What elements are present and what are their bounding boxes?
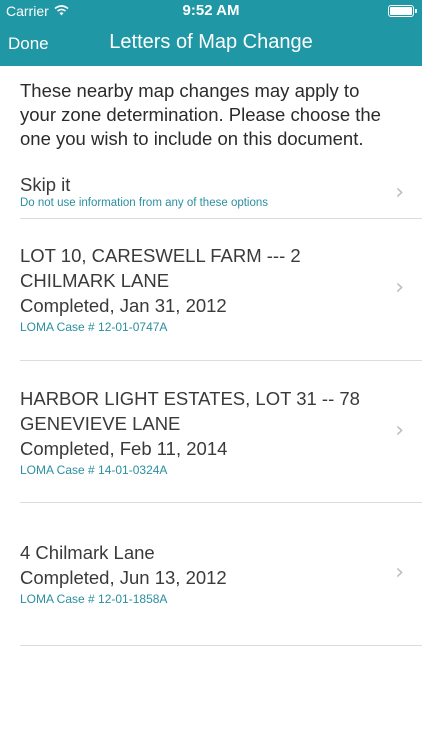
chevron-right-icon: › (395, 275, 404, 300)
chevron-right-icon: › (395, 418, 404, 443)
item-title: LOT 10, CARESWELL FARM --- 2 CHILMARK LA… (20, 245, 301, 291)
navigation-bar: Done Letters of Map Change (0, 22, 422, 66)
status-time: 9:52 AM (182, 2, 240, 19)
item-case-number: LOMA Case # 12-01-0747A (20, 320, 168, 334)
page-title: Letters of Map Change (109, 31, 313, 53)
item-case-number: LOMA Case # 12-01-1858A (20, 592, 168, 606)
battery-fill (390, 7, 412, 15)
list-item[interactable]: HARBOR LIGHT ESTATES, LOT 31 -- 78 GENEV… (20, 386, 422, 503)
skip-subtitle: Do not use information from any of these… (20, 197, 269, 209)
divider (20, 218, 422, 219)
item-status: Completed, Jan 31, 2012 (20, 295, 227, 316)
item-status: Completed, Feb 11, 2014 (20, 438, 228, 459)
skip-option[interactable]: Skip it Do not use information from any … (20, 172, 422, 219)
chevron-right-icon: › (395, 560, 404, 585)
intro-text: These nearby map changes may apply to yo… (20, 80, 381, 149)
item-case-number: LOMA Case # 14-01-0324A (20, 463, 168, 477)
item-title: HARBOR LIGHT ESTATES, LOT 31 -- 78 GENEV… (20, 388, 360, 434)
header-bar: Carrier 9:52 AM Done Letters of Map Chan… (0, 0, 422, 66)
status-bar: Carrier 9:52 AM (0, 0, 422, 22)
divider (20, 502, 422, 503)
divider (20, 360, 422, 361)
list-item[interactable]: LOT 10, CARESWELL FARM --- 2 CHILMARK LA… (20, 243, 422, 361)
item-title: 4 Chilmark Lane (20, 542, 155, 563)
skip-title: Skip it (20, 174, 71, 195)
chevron-right-icon: › (395, 180, 404, 205)
list-item[interactable]: 4 Chilmark Lane Completed, Jun 13, 2012 … (20, 540, 422, 646)
divider (20, 645, 422, 646)
battery-icon (388, 5, 417, 17)
item-status: Completed, Jun 13, 2012 (20, 567, 227, 588)
